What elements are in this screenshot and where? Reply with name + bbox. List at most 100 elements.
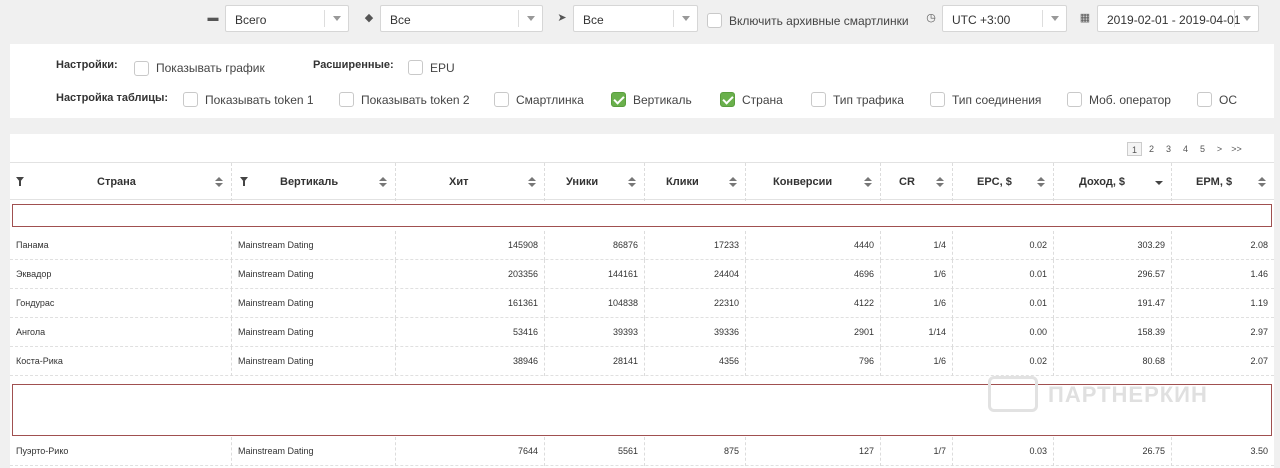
column-header-cr[interactable]: CR: [881, 163, 953, 201]
column-header-uniques[interactable]: Уники: [545, 163, 645, 201]
column-header-vertical[interactable]: Вертикаль: [232, 163, 396, 201]
epu-label: EPU: [430, 61, 455, 75]
token2-checkbox[interactable]: [339, 92, 354, 107]
cell-text: 2901: [853, 327, 874, 337]
cell-epm: 2.08: [1172, 231, 1274, 260]
page-link[interactable]: 3: [1161, 142, 1176, 156]
cell-vertical: Mainstream Dating: [232, 231, 396, 260]
page-link[interactable]: 2: [1144, 142, 1159, 156]
vertical-checkbox[interactable]: [611, 92, 626, 107]
connection-type-label: Тип соединения: [952, 93, 1042, 107]
os-checkbox[interactable]: [1197, 92, 1212, 107]
country-checkbox[interactable]: [720, 92, 735, 107]
settings-title: Настройки:: [56, 59, 118, 71]
epu-checkbox[interactable]: [408, 60, 423, 75]
cell-conversions: 127: [746, 437, 881, 466]
cell-text: Гондурас: [16, 298, 55, 308]
advanced-title: Расширенные:: [313, 59, 394, 71]
source-select[interactable]: Всего: [225, 5, 349, 32]
token1-label: Показывать token 1: [205, 93, 314, 107]
show-chart-checkbox[interactable]: [134, 61, 149, 76]
column-header-clicks[interactable]: Клики: [645, 163, 746, 201]
filter-icon[interactable]: [16, 177, 24, 186]
sort-desc-icon[interactable]: [1155, 177, 1163, 189]
token1-checkbox[interactable]: [183, 92, 198, 107]
sort-icon[interactable]: [528, 177, 536, 189]
sort-icon[interactable]: [628, 177, 636, 189]
cell-text: Эквадор: [16, 269, 52, 279]
page-link[interactable]: 1: [1127, 142, 1142, 156]
last-page-link[interactable]: >>: [1229, 142, 1244, 156]
page-link[interactable]: 5: [1195, 142, 1210, 156]
smartlink-checkbox[interactable]: [494, 92, 509, 107]
cell-uniques: 86876: [545, 231, 645, 260]
cell-text: 1.46: [1250, 269, 1268, 279]
cell-text: 22310: [713, 298, 739, 308]
sort-icon[interactable]: [215, 177, 223, 189]
cell-text: Mainstream Dating: [238, 356, 314, 366]
traffic-type-checkbox[interactable]: [811, 92, 826, 107]
links-select[interactable]: Все: [573, 5, 698, 32]
cell-hits: 53416: [396, 318, 545, 347]
cell-text: 17233: [713, 240, 739, 250]
sort-icon[interactable]: [729, 177, 737, 189]
cell-text: 39393: [612, 327, 638, 337]
table-row[interactable]: Ангола Mainstream Dating 53416 39393 393…: [10, 318, 1274, 347]
header-label: CR: [899, 176, 915, 188]
cell-epm: 2.97: [1172, 318, 1274, 347]
cell-conversions: 4440: [746, 231, 881, 260]
chevron-down-icon: [324, 10, 348, 27]
cell-text: 1/4: [933, 240, 946, 250]
table-row[interactable]: Панама Mainstream Dating 145908 86876 17…: [10, 231, 1274, 260]
sort-icon[interactable]: [864, 177, 872, 189]
column-header-conversions[interactable]: Конверсии: [746, 163, 881, 201]
redacted-row: [12, 204, 1272, 227]
clock-icon: ◷: [926, 12, 936, 24]
column-header-revenue[interactable]: Доход, $: [1054, 163, 1172, 201]
cell-text: 875: [723, 446, 739, 456]
cell-epm: 3.50: [1172, 437, 1274, 466]
cell-text: Mainstream Dating: [238, 298, 314, 308]
cell-text: 127: [858, 446, 874, 456]
cell-text: 1/7: [933, 446, 946, 456]
cell-uniques: 5561: [545, 437, 645, 466]
connection-type-checkbox[interactable]: [930, 92, 945, 107]
sort-icon[interactable]: [379, 177, 387, 189]
timezone-select[interactable]: UTC +3:00: [942, 5, 1067, 32]
header-label: Клики: [666, 176, 699, 188]
sort-icon[interactable]: [936, 177, 944, 189]
tags-select[interactable]: Все: [380, 5, 543, 32]
cell-hits: 7644: [396, 437, 545, 466]
cell-country: Ангола: [10, 318, 232, 347]
cell-epm: 1.19: [1172, 289, 1274, 318]
column-header-epc[interactable]: EPC, $: [953, 163, 1054, 201]
cell-revenue: 296.57: [1054, 260, 1172, 289]
table-row[interactable]: Пуэрто-Рико Mainstream Dating 7644 5561 …: [10, 437, 1274, 466]
cell-text: Панама: [16, 240, 49, 250]
cell-text: 158.39: [1137, 327, 1165, 337]
daterange-select[interactable]: 2019-02-01 - 2019-04-01: [1097, 5, 1259, 32]
column-header-hits[interactable]: Хит: [396, 163, 545, 201]
archive-checkbox[interactable]: [707, 13, 722, 28]
cell-conversions: 4122: [746, 289, 881, 318]
links-select-value: Все: [583, 13, 604, 27]
timezone-select-value: UTC +3:00: [952, 13, 1011, 27]
sort-icon[interactable]: [1258, 177, 1266, 189]
cell-vertical: Mainstream Dating: [232, 289, 396, 318]
archive-label: Включить архивные смартлинки: [729, 14, 909, 28]
cell-conversions: 796: [746, 347, 881, 376]
watermark: ПАРТНЕРКИН: [988, 372, 1248, 418]
column-header-epm[interactable]: EPM, $: [1172, 163, 1274, 201]
sort-icon[interactable]: [1037, 177, 1045, 189]
cell-text: 80.68: [1142, 356, 1165, 366]
cell-text: 4356: [718, 356, 739, 366]
table-row[interactable]: Эквадор Mainstream Dating 203356 144161 …: [10, 260, 1274, 289]
column-header-country[interactable]: Страна: [10, 163, 232, 201]
table-row[interactable]: Гондурас Mainstream Dating 161361 104838…: [10, 289, 1274, 318]
next-page-link[interactable]: >: [1212, 142, 1227, 156]
cell-uniques: 144161: [545, 260, 645, 289]
filter-icon[interactable]: [240, 177, 248, 186]
page-link[interactable]: 4: [1178, 142, 1193, 156]
mobile-operator-checkbox[interactable]: [1067, 92, 1082, 107]
cell-text: 0.00: [1029, 327, 1047, 337]
